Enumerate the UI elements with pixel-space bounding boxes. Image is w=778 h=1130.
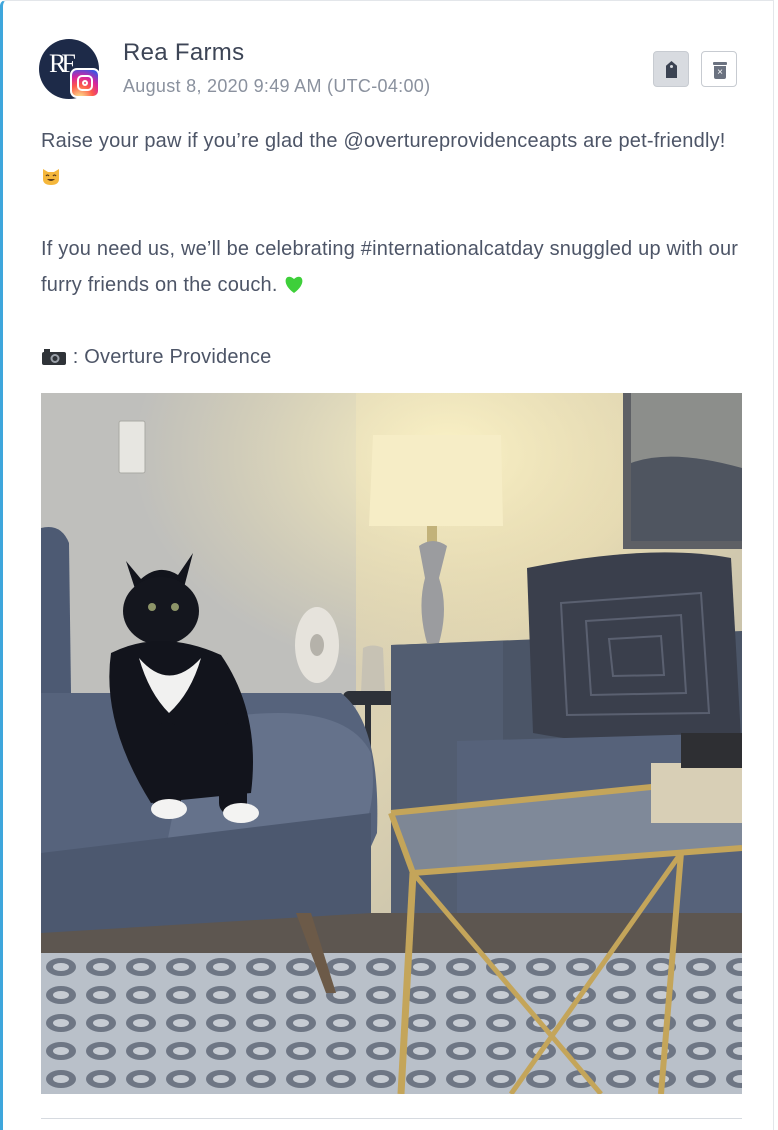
post-card: RF Rea Farms August 8, 2020 9:49 AM (UTC… xyxy=(0,0,774,1130)
avatar-monogram: RF xyxy=(49,49,76,78)
trash-icon: × xyxy=(714,66,726,79)
post-paragraph: If you need us, we’ll be celebrating #in… xyxy=(41,238,739,296)
tag-icon xyxy=(666,61,677,78)
divider xyxy=(41,1118,742,1119)
post-image[interactable] xyxy=(41,393,742,1094)
tag-button[interactable] xyxy=(653,51,689,87)
post-paragraph: Raise your paw if you’re glad the @overt… xyxy=(41,123,751,195)
post-paragraph: : Overture Providence xyxy=(41,339,751,375)
delete-button[interactable]: × xyxy=(701,51,737,87)
account-avatar: RF xyxy=(39,39,100,99)
post-body: Raise your paw if you’re glad the @overt… xyxy=(41,123,751,375)
tuxedo-cat-on-sofa-photo xyxy=(41,393,742,1094)
account-name: Rea Farms xyxy=(123,39,245,66)
post-timestamp: August 8, 2020 9:49 AM (UTC-04:00) xyxy=(123,76,431,96)
green-heart-emoji xyxy=(286,276,303,293)
camera-emoji xyxy=(42,349,66,365)
smiling-cat-emoji xyxy=(43,169,59,185)
instagram-icon xyxy=(70,68,100,98)
